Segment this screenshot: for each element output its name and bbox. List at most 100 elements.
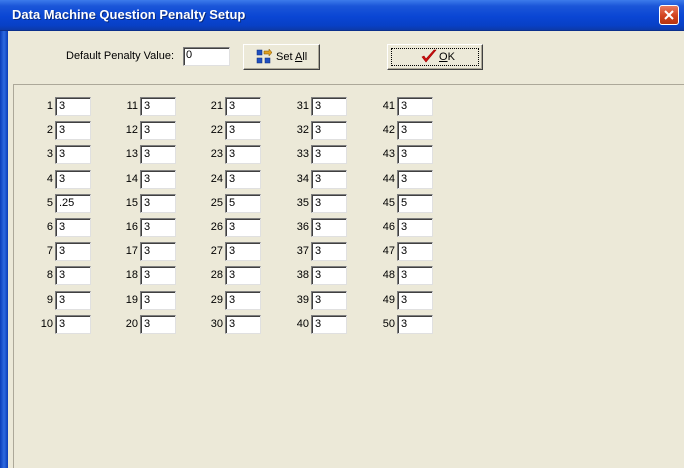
penalty-input[interactable]: 3	[311, 170, 347, 189]
question-number: 16	[125, 221, 138, 233]
question-field: 93	[47, 291, 91, 310]
question-number: 34	[296, 173, 309, 185]
question-number: 32	[296, 124, 309, 136]
question-number: 40	[296, 318, 309, 330]
question-number: 19	[125, 294, 138, 306]
ok-button[interactable]: OK	[387, 44, 483, 70]
penalty-input[interactable]: 3	[397, 121, 433, 140]
penalty-input[interactable]: 3	[140, 194, 176, 213]
penalty-input[interactable]: 3	[140, 315, 176, 334]
penalty-input[interactable]: 3	[225, 266, 261, 285]
penalty-input[interactable]: 3	[397, 242, 433, 261]
question-field: 32 3	[297, 121, 347, 140]
penalty-input[interactable]: 3	[55, 145, 91, 164]
question-field: 28 3	[211, 266, 261, 285]
penalty-input[interactable]: 3	[225, 121, 261, 140]
penalty-input[interactable]: 3	[55, 291, 91, 310]
penalty-input[interactable]: 3	[311, 121, 347, 140]
question-field: 38 3	[297, 266, 347, 285]
question-number: 49	[382, 294, 395, 306]
penalty-input[interactable]: 3	[55, 266, 91, 285]
penalty-input[interactable]: 3	[311, 242, 347, 261]
question-field: 14 3	[126, 170, 176, 189]
question-field: 21 3	[211, 97, 261, 116]
question-number: 12	[125, 124, 138, 136]
question-field: 25 5	[211, 194, 261, 213]
default-penalty-label: Default Penalty Value:	[66, 50, 175, 62]
set-all-label: Set All	[276, 51, 308, 63]
penalty-input[interactable]: 3	[55, 218, 91, 237]
set-all-button[interactable]: Set All	[243, 44, 320, 70]
penalty-input[interactable]: 3	[311, 266, 347, 285]
question-number: 3	[46, 148, 53, 160]
question-number: 1	[46, 100, 53, 112]
question-field: 13	[47, 97, 91, 116]
penalty-input[interactable]: 3	[55, 315, 91, 334]
question-number: 38	[296, 269, 309, 281]
penalty-input[interactable]: 3	[55, 121, 91, 140]
default-penalty-input[interactable]: 0	[183, 47, 230, 66]
question-number: 29	[210, 294, 223, 306]
question-number: 4	[46, 173, 53, 185]
penalty-input[interactable]: 3	[397, 315, 433, 334]
penalty-input[interactable]: 5	[397, 194, 433, 213]
penalty-input[interactable]: 3	[140, 266, 176, 285]
question-number: 10	[40, 318, 53, 330]
question-number: 13	[125, 148, 138, 160]
question-number: 44	[382, 173, 395, 185]
question-number: 23	[210, 148, 223, 160]
question-number: 37	[296, 245, 309, 257]
question-field: 33	[47, 145, 91, 164]
penalty-input[interactable]: 3	[225, 291, 261, 310]
penalty-input[interactable]: 3	[55, 97, 91, 116]
question-field: 11 3	[127, 97, 176, 116]
penalty-input[interactable]: 3	[311, 291, 347, 310]
penalty-input[interactable]: 3	[397, 170, 433, 189]
penalty-input[interactable]: 3	[225, 315, 261, 334]
title-bar[interactable]: Data Machine Question Penalty Setup	[0, 0, 684, 31]
penalty-input[interactable]: 3	[397, 266, 433, 285]
set-all-icon	[256, 49, 272, 64]
penalty-input[interactable]: 3	[397, 291, 433, 310]
question-number: 35	[296, 197, 309, 209]
penalty-input[interactable]: 3	[397, 218, 433, 237]
close-button[interactable]	[659, 5, 679, 25]
penalty-input[interactable]: 3	[55, 242, 91, 261]
penalty-input[interactable]: 3	[311, 218, 347, 237]
penalty-input[interactable]: 3	[140, 242, 176, 261]
question-number: 43	[382, 148, 395, 160]
penalty-input[interactable]: 3	[311, 194, 347, 213]
question-field: 36 3	[297, 218, 347, 237]
penalty-input[interactable]: 3	[397, 97, 433, 116]
question-field: 46 3	[383, 218, 433, 237]
penalty-input[interactable]: 3	[311, 145, 347, 164]
question-number: 21	[210, 100, 223, 112]
question-field: 13 3	[126, 145, 176, 164]
penalty-input[interactable]: 3	[140, 170, 176, 189]
penalty-input[interactable]: 3	[140, 218, 176, 237]
penalty-input[interactable]: 3	[225, 170, 261, 189]
penalty-input[interactable]: 3	[225, 97, 261, 116]
penalty-input[interactable]: 3	[225, 242, 261, 261]
question-field: 16 3	[126, 218, 176, 237]
question-number: 20	[125, 318, 138, 330]
penalty-input[interactable]: 3	[140, 291, 176, 310]
question-number: 33	[296, 148, 309, 160]
penalty-input[interactable]: 3	[225, 218, 261, 237]
penalty-input[interactable]: .25	[55, 194, 91, 213]
window-frame-left	[0, 31, 8, 468]
penalty-input[interactable]: 3	[140, 97, 176, 116]
penalty-input[interactable]: 5	[225, 194, 261, 213]
question-number: 36	[296, 221, 309, 233]
penalty-input[interactable]: 3	[55, 170, 91, 189]
question-field: 35 3	[297, 194, 347, 213]
penalty-input[interactable]: 3	[311, 97, 347, 116]
question-number: 22	[210, 124, 223, 136]
penalty-input[interactable]: 3	[225, 145, 261, 164]
penalty-input[interactable]: 3	[140, 121, 176, 140]
penalty-input[interactable]: 3	[140, 145, 176, 164]
question-field: 43 3	[383, 145, 433, 164]
penalty-input[interactable]: 3	[311, 315, 347, 334]
penalty-input[interactable]: 3	[397, 145, 433, 164]
question-number: 28	[210, 269, 223, 281]
